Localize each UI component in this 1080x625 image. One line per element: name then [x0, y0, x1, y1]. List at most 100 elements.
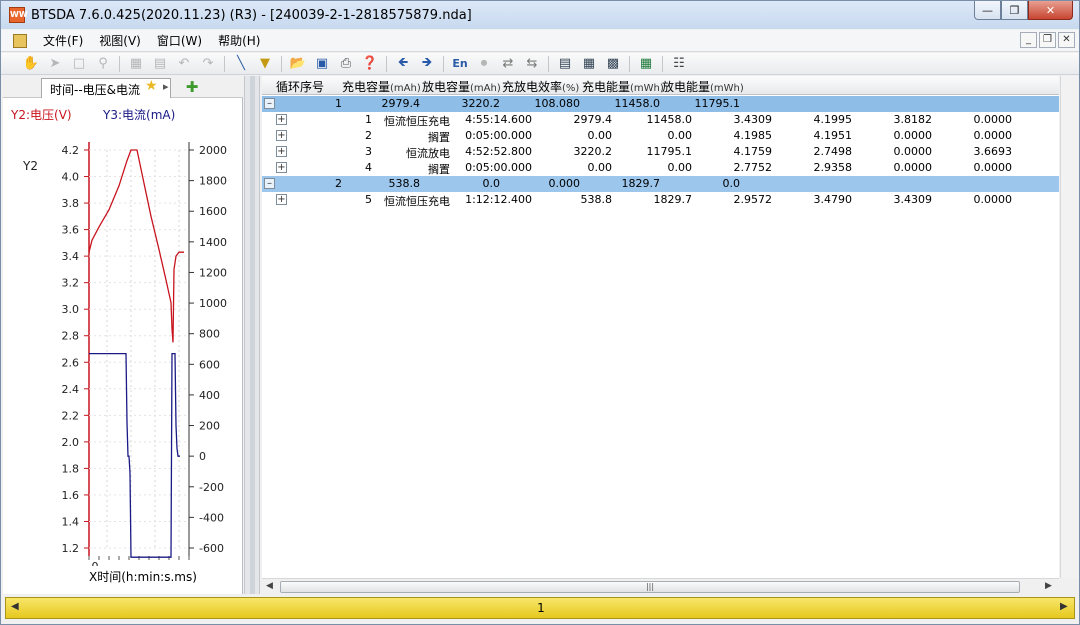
- menu-view[interactable]: 视图(V): [91, 32, 149, 49]
- redo-icon[interactable]: ↷: [199, 55, 217, 73]
- cycle-discharge-capacity: 3220.2: [461, 97, 501, 110]
- step-name: 搁置: [428, 163, 450, 176]
- pane-splitter[interactable]: [244, 76, 260, 594]
- scroll-right-icon[interactable]: ▶: [1045, 581, 1052, 591]
- add-tab-icon[interactable]: ✚: [183, 78, 201, 96]
- expand-icon[interactable]: +: [276, 194, 287, 205]
- step-row[interactable]: + 3 恒流放电 4:52:52.800 3220.2 11795.1 4.17…: [262, 144, 1059, 160]
- step-start-voltage: 2.9572: [733, 193, 773, 206]
- col-header-efficiency[interactable]: 充放电效率(%): [502, 78, 579, 95]
- y2-tick-label: 3.2: [62, 277, 80, 290]
- col-header-discharge-capacity[interactable]: 放电容量(mAh): [422, 78, 501, 95]
- forward-arrow-icon[interactable]: 🡺: [418, 55, 436, 73]
- language-icon[interactable]: En: [451, 55, 469, 73]
- scroll-left-icon[interactable]: ◀: [266, 581, 273, 591]
- sort-ascending-icon[interactable]: ⇄: [499, 55, 517, 73]
- close-button[interactable]: ✕: [1028, 1, 1073, 20]
- y2-tick-label: 3.6: [62, 224, 80, 237]
- filter-icon[interactable]: ▼: [256, 55, 274, 73]
- chart-icon[interactable]: ▦: [127, 55, 145, 73]
- print-icon[interactable]: ⎙: [337, 55, 355, 73]
- x-tick-label: 0: [92, 560, 99, 566]
- toolbar-separator: [443, 55, 444, 72]
- step-row[interactable]: + 4 搁置 0:05:00.000 0.00 0.00 2.7752 2.93…: [262, 160, 1059, 176]
- cycle-row[interactable]: – 2 538.8 0.0 0.000 1829.7 0.0: [262, 176, 1059, 192]
- menu-window[interactable]: 窗口(W): [149, 32, 210, 49]
- hand-icon[interactable]: ✋: [22, 55, 40, 73]
- pin-icon[interactable]: ⏺: [475, 55, 493, 73]
- y2-tick-label: 2.8: [62, 330, 80, 343]
- cycle-charge-capacity: 538.8: [388, 177, 421, 190]
- maximize-button[interactable]: ❐: [1001, 1, 1028, 20]
- pointer-icon[interactable]: ➤: [46, 55, 64, 73]
- star-icon[interactable]: ★: [145, 78, 158, 94]
- line-tool-icon[interactable]: ╲: [232, 55, 250, 73]
- mdi-restore-button[interactable]: ❐: [1039, 32, 1056, 48]
- copy-chart-icon[interactable]: ▤: [151, 55, 169, 73]
- open-folder-icon[interactable]: 📂: [289, 55, 307, 73]
- toolbar-separator: [281, 55, 282, 72]
- menu-help[interactable]: 帮助(H): [210, 32, 268, 49]
- col-header-cycle[interactable]: 循环序号: [276, 78, 324, 95]
- horizontal-scrollbar[interactable]: ◀ ||| ▶: [262, 578, 1059, 595]
- mdi-minimize-button[interactable]: _: [1020, 32, 1037, 48]
- title-bar[interactable]: WW BTSDA 7.6.0.425(2020.11.23) (R3) - [2…: [1, 1, 1079, 29]
- settings-icon[interactable]: ☷: [670, 55, 688, 73]
- current-legend: Y3:电流(mA): [103, 108, 176, 122]
- cycle-charge-energy: 1829.7: [621, 177, 661, 190]
- step-energy: 0.00: [667, 129, 693, 142]
- step-number: 5: [365, 193, 372, 206]
- expand-icon[interactable]: +: [276, 130, 287, 141]
- step-name: 恒流恒压充电: [384, 115, 450, 128]
- step-row[interactable]: + 1 恒流恒压充电 4:55:14.600 2979.4 11458.0 3.…: [262, 112, 1059, 128]
- expand-icon[interactable]: +: [276, 162, 287, 173]
- splitter-grip[interactable]: [250, 76, 255, 594]
- table-detail-icon[interactable]: ▦: [580, 55, 598, 73]
- tab-next-icon[interactable]: ▸: [163, 80, 169, 93]
- save-icon[interactable]: ▣: [313, 55, 331, 73]
- help-icon[interactable]: ❓: [361, 55, 379, 73]
- vertical-scrollbar[interactable]: [1060, 76, 1078, 578]
- menu-file[interactable]: 文件(F): [35, 32, 91, 49]
- cycle-discharge-energy: 11795.1: [694, 97, 741, 110]
- collapse-icon[interactable]: –: [264, 98, 275, 109]
- expand-icon[interactable]: +: [276, 146, 287, 157]
- table-summary-icon[interactable]: ▩: [604, 55, 622, 73]
- step-end-voltage: 2.7498: [813, 145, 853, 158]
- back-arrow-icon[interactable]: 🡸: [394, 55, 412, 73]
- y2-tick-label: 2.2: [62, 409, 80, 422]
- step-value-5: 0.0000: [893, 129, 933, 142]
- step-name: 恒流恒压充电: [384, 195, 450, 208]
- y2-tick-label: 2.0: [62, 436, 80, 449]
- y2-axis-title: Y2: [22, 159, 38, 173]
- step-time: 4:52:52.800: [465, 145, 532, 158]
- page-next-icon[interactable]: ▶: [1060, 601, 1068, 612]
- step-row[interactable]: + 5 恒流恒压充电 1:12:12.400 538.8 1829.7 2.95…: [262, 192, 1059, 208]
- col-header-charge-energy[interactable]: 充电能量(mWh): [582, 78, 664, 95]
- cycle-row[interactable]: – 1 2979.4 3220.2 108.080 11458.0 11795.…: [262, 96, 1059, 112]
- collapse-icon[interactable]: –: [264, 178, 275, 189]
- step-row[interactable]: + 2 搁置 0:05:00.000 0.00 0.00 4.1985 4.19…: [262, 128, 1059, 144]
- zoom-icon[interactable]: ⚲: [94, 55, 112, 73]
- zoom-select-icon[interactable]: □: [70, 55, 88, 73]
- mdi-close-button[interactable]: ✕: [1058, 32, 1075, 48]
- undo-icon[interactable]: ↶: [175, 55, 193, 73]
- sort-descending-icon[interactable]: ⇆: [523, 55, 541, 73]
- chart-pane: 时间--电压&电流 ★ ▸ ✚ Y2:电压(V) Y3:电流(mA) Y2 4.2…: [3, 76, 243, 594]
- scroll-thumb[interactable]: |||: [280, 581, 1020, 593]
- document-icon[interactable]: [13, 33, 27, 48]
- minimize-button[interactable]: —: [974, 1, 1001, 20]
- step-number: 4: [365, 161, 372, 174]
- table-view-icon[interactable]: ▤: [556, 55, 574, 73]
- status-bar: ◀ 1 ▶: [5, 597, 1075, 619]
- voltage-current-chart[interactable]: Y2 4.2 4.0 3.8 3.6 3.4 3.2 3.0 2.8 2.6 2.4 2.2 2.0 1.…: [3, 136, 243, 566]
- cycle-discharge-energy: 0.0: [722, 177, 741, 190]
- step-end-voltage: 3.4790: [813, 193, 853, 206]
- toolbar-separator: [548, 55, 549, 72]
- toolbar-separator: [119, 55, 120, 72]
- app-icon[interactable]: WW: [9, 7, 28, 23]
- col-header-discharge-energy[interactable]: 放电能量(mWh): [662, 78, 744, 95]
- excel-export-icon[interactable]: ▦: [637, 55, 655, 73]
- expand-icon[interactable]: +: [276, 114, 287, 125]
- col-header-charge-capacity[interactable]: 充电容量(mAh): [342, 78, 421, 95]
